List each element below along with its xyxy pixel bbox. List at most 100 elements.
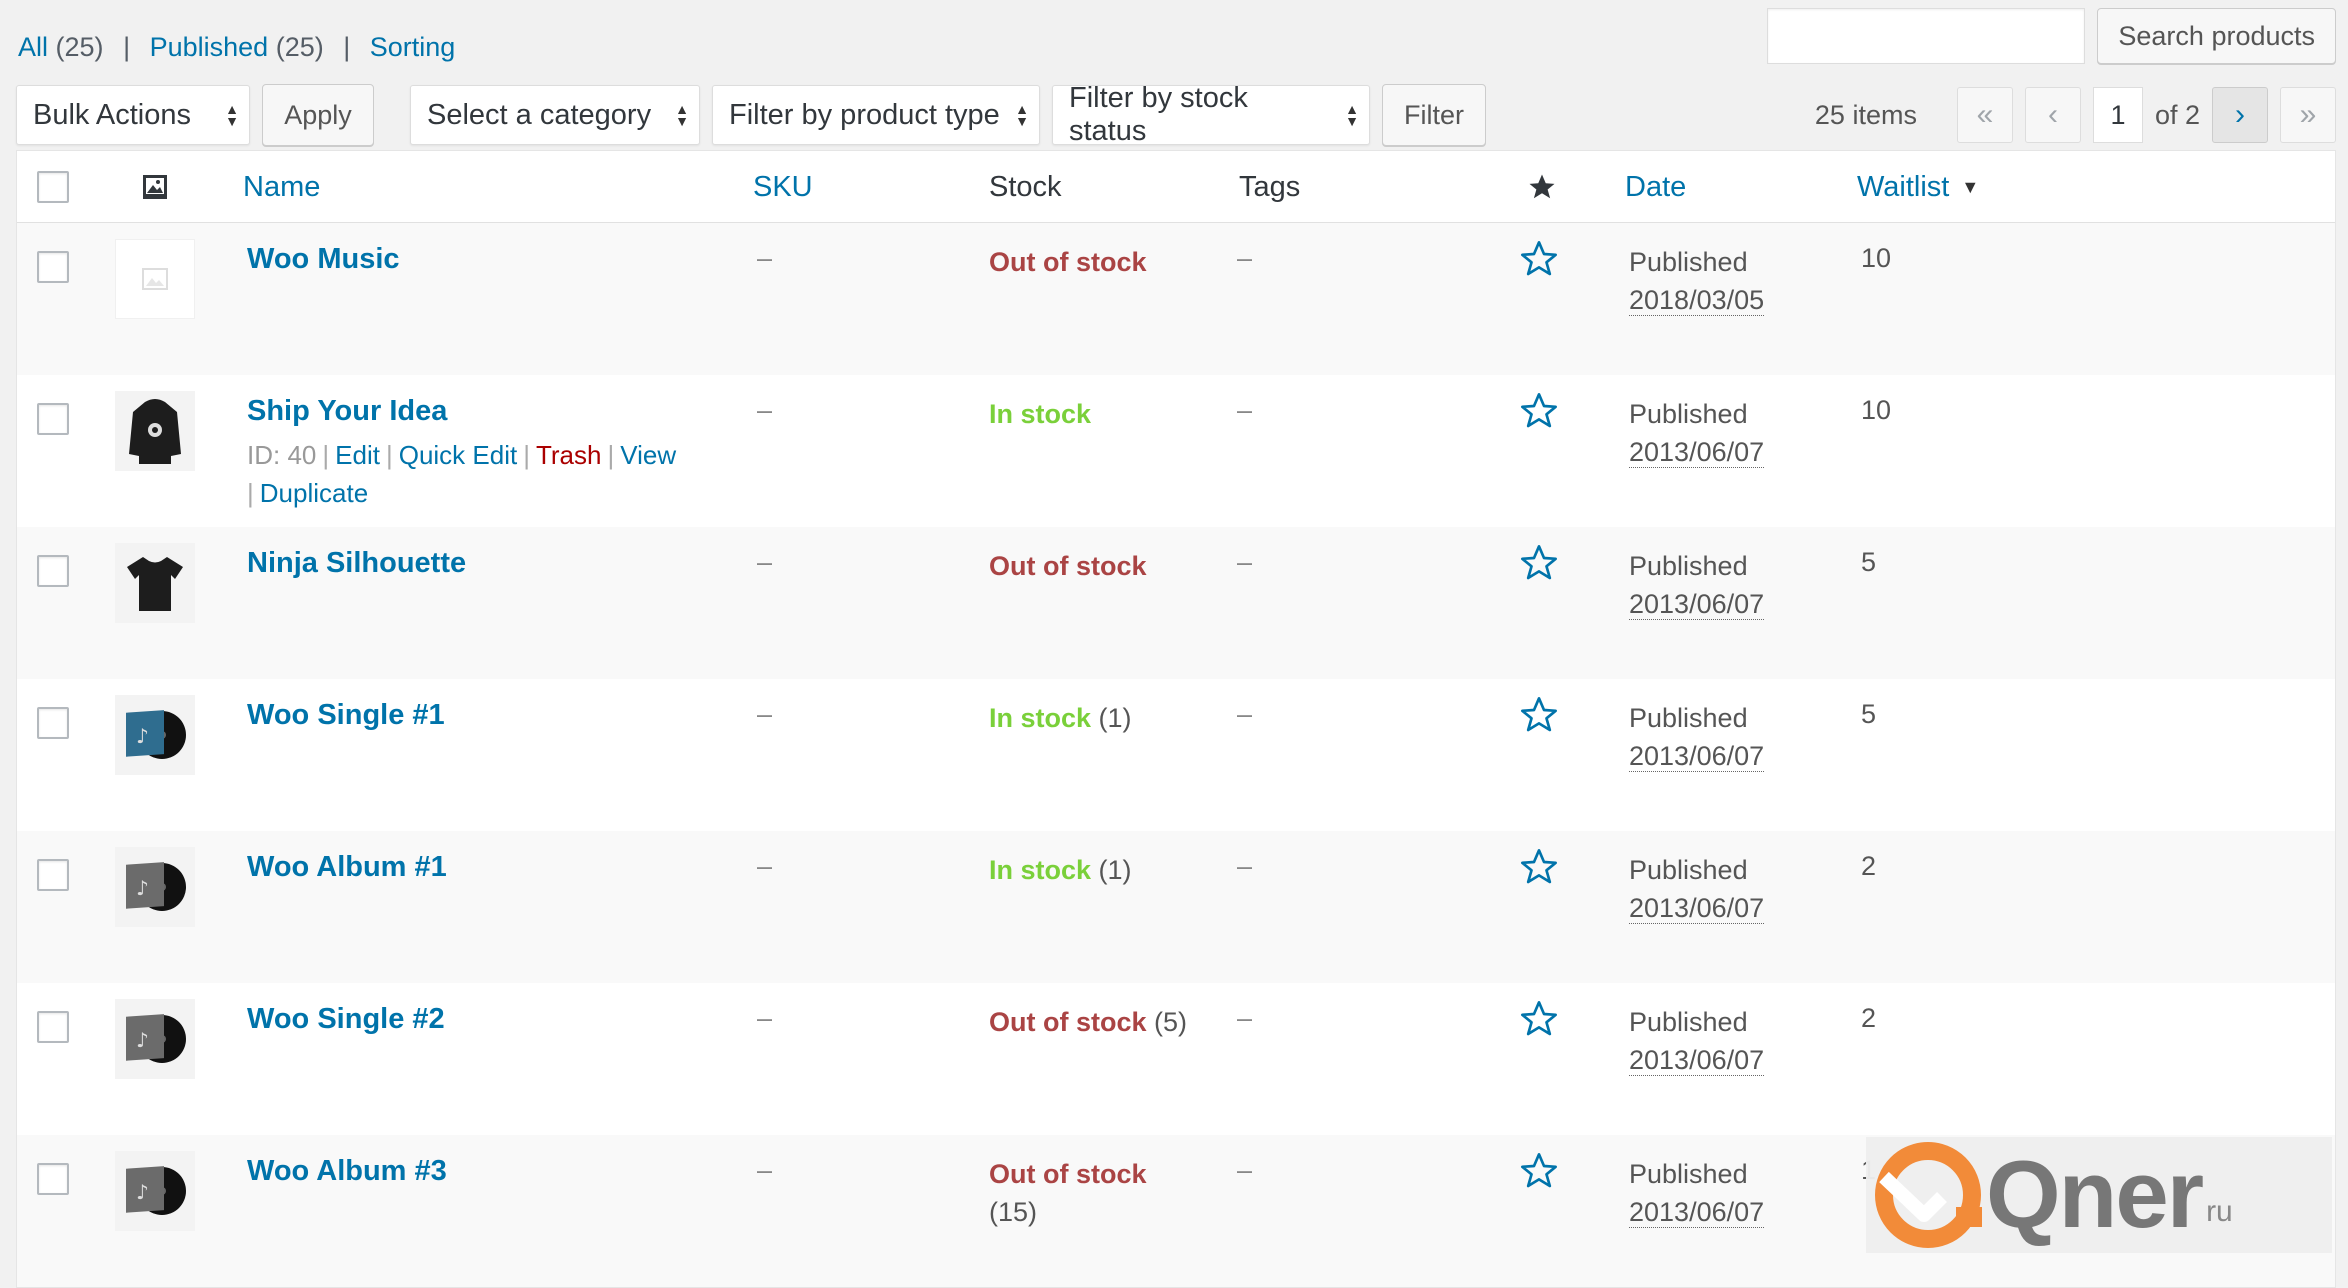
row-checkbox[interactable]	[37, 1011, 69, 1043]
tags-cell: –	[1237, 851, 1253, 881]
name-cell: Woo Album #1	[247, 851, 747, 884]
product-id: ID: 40	[247, 440, 317, 470]
row-checkbox[interactable]	[37, 707, 69, 739]
waitlist-column-header[interactable]: Waitlist ▼	[1857, 151, 1979, 223]
date-value: 2013/06/07	[1629, 893, 1765, 924]
featured-toggle[interactable]	[1519, 695, 1559, 742]
name-cell: Ninja Silhouette	[247, 547, 747, 580]
table-row: Ninja Silhouette – Out of stock – Published…	[17, 527, 2335, 679]
stock-status: Out of stock	[989, 1007, 1147, 1037]
category-select[interactable]: Select a category ▲ ▼	[410, 85, 700, 145]
stock-cell: Out of stock	[989, 243, 1147, 281]
search-products-button[interactable]: Search products	[2097, 8, 2336, 64]
table-body: Woo Music – Out of stock – Published 2018/03…	[17, 223, 2335, 1287]
date-status: Published	[1629, 399, 1748, 429]
featured-toggle[interactable]	[1519, 847, 1559, 894]
svg-text:♪: ♪	[136, 724, 149, 748]
date-status: Published	[1629, 551, 1748, 581]
product-thumbnail[interactable]: ♪	[115, 695, 195, 775]
next-page-button[interactable]: ›	[2212, 87, 2268, 143]
star-outline-icon	[1521, 849, 1557, 884]
tags-cell: –	[1237, 1155, 1253, 1185]
date-cell: Published 2013/06/07	[1629, 699, 1765, 775]
separator: |	[123, 32, 131, 62]
product-thumbnail[interactable]: ♪	[115, 847, 195, 927]
date-column-header[interactable]: Date	[1625, 151, 1686, 223]
row-checkbox-cell	[37, 1163, 69, 1195]
filter-all-link[interactable]: All	[18, 32, 48, 62]
row-checkbox-cell	[37, 251, 69, 283]
product-name-link[interactable]: Woo Album #3	[247, 1155, 447, 1187]
star-outline-icon	[1521, 1153, 1557, 1188]
featured-toggle[interactable]	[1519, 999, 1559, 1046]
row-checkbox[interactable]	[37, 251, 69, 283]
filter-sorting-link[interactable]: Sorting	[370, 32, 456, 62]
search-input[interactable]	[1767, 8, 2086, 64]
star-outline-icon	[1521, 241, 1557, 276]
filter-button[interactable]: Filter	[1382, 84, 1486, 146]
date-status: Published	[1629, 1159, 1748, 1189]
duplicate-link[interactable]: Duplicate	[260, 478, 368, 508]
star-filled-icon	[1529, 174, 1555, 199]
featured-column-header[interactable]	[1527, 151, 1557, 223]
prev-page-button[interactable]: ‹	[2024, 87, 2081, 143]
product-thumbnail[interactable]	[115, 391, 195, 471]
quick-edit-link[interactable]: Quick Edit	[399, 440, 518, 470]
product-name-link[interactable]: Woo Album #1	[247, 851, 447, 883]
first-page-button[interactable]: «	[1956, 87, 2013, 143]
featured-toggle[interactable]	[1519, 391, 1559, 438]
svg-text:♪: ♪	[136, 876, 149, 900]
product-thumbnail[interactable]	[115, 239, 195, 319]
stock-count: (1)	[1098, 855, 1132, 885]
waitlist-count: 2	[1861, 1003, 1877, 1033]
waitlist-count: 10	[1861, 395, 1892, 425]
name-column-header[interactable]: Name	[243, 151, 320, 223]
separator: |	[385, 440, 393, 470]
stock-status-select[interactable]: Filter by stock status ▲ ▼	[1052, 82, 1370, 147]
date-status: Published	[1629, 703, 1748, 733]
date-value: 2018/03/05	[1629, 285, 1765, 316]
stock-column-header: Stock	[989, 170, 1062, 203]
sku-cell: –	[757, 395, 773, 425]
bulk-actions-value: Bulk Actions	[33, 98, 191, 131]
row-checkbox[interactable]	[37, 1163, 69, 1195]
filter-published-link[interactable]: Published	[150, 32, 269, 62]
view-link[interactable]: View	[620, 440, 676, 470]
sku-column-header[interactable]: SKU	[753, 151, 813, 223]
last-page-button[interactable]: »	[2280, 87, 2336, 143]
date-value: 2013/06/07	[1629, 741, 1765, 772]
select-all-checkbox[interactable]	[37, 171, 69, 203]
product-thumbnail[interactable]	[115, 543, 195, 623]
row-actions: ID: 40 | Edit | Quick Edit | Trash | View | Duplic…	[247, 436, 747, 512]
product-name-link[interactable]: Ship Your Idea	[247, 395, 447, 427]
name-cell: Woo Single #2	[247, 1003, 747, 1036]
trash-link[interactable]: Trash	[536, 440, 602, 470]
row-checkbox[interactable]	[37, 555, 69, 587]
status-filter-links: All (25) | Published (25) | Sorting	[18, 32, 455, 63]
edit-link[interactable]: Edit	[335, 440, 380, 470]
featured-toggle[interactable]	[1519, 239, 1559, 286]
product-name-link[interactable]: Woo Music	[247, 243, 400, 275]
stock-cell: In stock	[989, 395, 1091, 433]
product-name-link[interactable]: Woo Single #1	[247, 699, 445, 731]
product-name-link[interactable]: Woo Single #2	[247, 1003, 445, 1035]
product-name-link[interactable]: Ninja Silhouette	[247, 547, 466, 579]
separator: |	[247, 478, 254, 508]
product-thumbnail[interactable]: ♪	[115, 1151, 195, 1231]
date-status: Published	[1629, 247, 1748, 277]
separator: |	[607, 440, 615, 470]
watermark-tld: ru	[2206, 1195, 2233, 1228]
featured-toggle[interactable]	[1519, 1151, 1559, 1198]
featured-toggle[interactable]	[1519, 543, 1559, 590]
table-row: ♪ Woo Single #2 – Out of stock (5) – Publishe…	[17, 983, 2335, 1135]
bulk-actions-select[interactable]: Bulk Actions ▲ ▼	[16, 85, 250, 145]
waitlist-count: 2	[1861, 851, 1877, 881]
apply-button[interactable]: Apply	[262, 84, 374, 146]
stock-count: (5)	[1154, 1007, 1188, 1037]
current-page-input[interactable]: 1	[2092, 87, 2143, 143]
row-checkbox[interactable]	[37, 403, 69, 435]
product-type-select[interactable]: Filter by product type ▲ ▼	[712, 85, 1040, 145]
row-checkbox[interactable]	[37, 859, 69, 891]
sort-desc-icon: ▼	[1961, 176, 1980, 197]
product-thumbnail[interactable]: ♪	[115, 999, 195, 1079]
